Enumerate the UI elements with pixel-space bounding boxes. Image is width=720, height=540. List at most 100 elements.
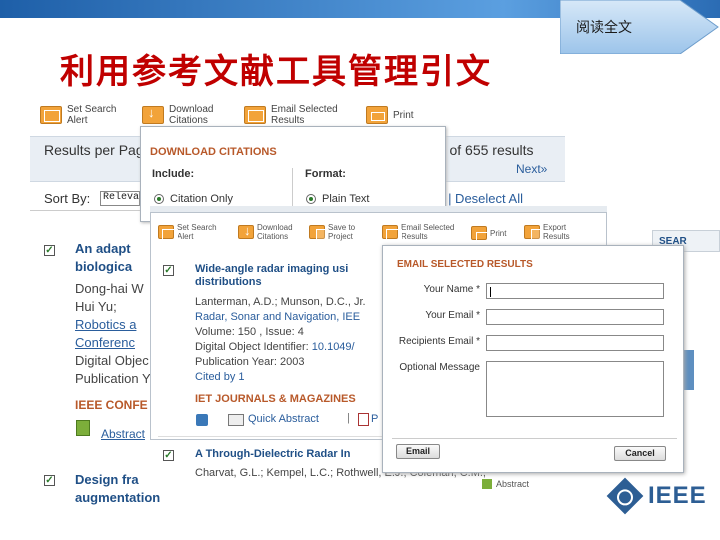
format-option-label: Plain Text bbox=[322, 193, 370, 205]
tb-label-line2: Results bbox=[543, 232, 570, 241]
result-title-line[interactable]: Wide-angle radar imaging usi bbox=[195, 263, 348, 276]
side-panel bbox=[684, 258, 720, 428]
read-full-text-label[interactable]: 阅读全文 bbox=[576, 17, 656, 37]
your-email-field[interactable] bbox=[486, 309, 664, 325]
print-button[interactable]: Print bbox=[366, 106, 414, 124]
result-journal-link[interactable]: Radar, Sonar and Navigation, IEE bbox=[195, 310, 366, 325]
download-arrow-icon bbox=[238, 225, 254, 239]
pdf-label: P bbox=[371, 413, 379, 425]
result-title-line[interactable]: biologica bbox=[75, 258, 132, 276]
l2-result2-abstract[interactable]: Abstract bbox=[482, 479, 529, 489]
tb-label-line1: Email Selected bbox=[401, 223, 455, 232]
l2-result-details: Lanterman, A.D.; Munson, D.C., Jr. Radar… bbox=[195, 295, 366, 385]
optional-message-label: Optional Message bbox=[399, 362, 480, 373]
l2-result-title[interactable]: Wide-angle radar imaging usi distributio… bbox=[195, 263, 348, 289]
radio-selected-icon[interactable] bbox=[154, 194, 164, 204]
tb-label-line2: Citations bbox=[169, 115, 208, 126]
result-checkbox[interactable]: ✓ bbox=[163, 265, 174, 276]
side-panel-accent bbox=[684, 350, 694, 390]
email-selected-button[interactable]: Email Selected Results bbox=[244, 104, 338, 126]
recipients-email-label: Recipients Email * bbox=[398, 336, 480, 347]
your-name-label: Your Name * bbox=[423, 284, 480, 295]
result-title-line[interactable]: distributions bbox=[195, 276, 348, 289]
download-popup-heading: DOWNLOAD CITATIONS bbox=[150, 146, 277, 158]
l2-set-search-alert-button[interactable]: Set Search Alert bbox=[158, 223, 217, 241]
alert-envelope-icon bbox=[158, 225, 178, 241]
set-search-alert-button[interactable]: Set Search Alert bbox=[40, 104, 116, 126]
result-authors: Lanterman, A.D.; Munson, D.C., Jr. bbox=[195, 296, 366, 308]
download-citations-button[interactable]: DownloadCitations bbox=[142, 104, 213, 126]
include-label: Include: bbox=[152, 168, 195, 180]
l2-export-results-button[interactable]: Export Results bbox=[524, 223, 570, 242]
tb-label-line2: Results bbox=[271, 115, 305, 126]
recipients-email-field[interactable] bbox=[486, 335, 664, 351]
cancel-button[interactable]: Cancel bbox=[614, 446, 666, 461]
results-per-page-label: Results per Pag bbox=[44, 142, 144, 158]
envelope-icon bbox=[244, 106, 266, 124]
tb-label-line1: Download bbox=[169, 104, 214, 115]
print-label: Print bbox=[393, 109, 414, 121]
tb-label-line2: Project bbox=[328, 232, 353, 241]
radio-selected-icon[interactable] bbox=[306, 194, 316, 204]
sort-by-label: Sort By: bbox=[44, 191, 91, 206]
l2-save-to-project-button[interactable]: Save to Project bbox=[309, 223, 356, 242]
result-cited-by-link[interactable]: Cited by 1 bbox=[195, 370, 366, 385]
result-title-line[interactable]: An adapt bbox=[75, 240, 132, 258]
next-page-link[interactable]: Next» bbox=[516, 162, 547, 176]
result-venue-link[interactable]: Conferenc bbox=[75, 334, 151, 352]
ieee-logo: IEEE bbox=[606, 477, 707, 515]
result-checkbox[interactable]: ✓ bbox=[44, 475, 55, 486]
format-option[interactable]: Plain Text bbox=[306, 193, 370, 205]
l2-download-citations-button[interactable]: DownloadCitations bbox=[238, 223, 293, 241]
tb-label-line1: Download bbox=[257, 223, 293, 232]
your-name-field[interactable] bbox=[486, 283, 664, 299]
result-title-line[interactable]: Design fra bbox=[75, 471, 160, 489]
share-icon[interactable] bbox=[196, 414, 208, 426]
ieee-logo-text: IEEE bbox=[648, 482, 707, 509]
result-authors-line: Hui Yu; bbox=[75, 299, 117, 314]
pdf-link[interactable]: P bbox=[358, 412, 378, 427]
abstract-icon bbox=[482, 479, 492, 489]
popup-divider bbox=[292, 168, 293, 208]
result-title-line[interactable]: augmentation bbox=[75, 489, 160, 507]
doi-label: Digital Object Identifier: bbox=[195, 341, 312, 353]
result-authors-line: Dong-hai W bbox=[75, 281, 144, 296]
printer-icon bbox=[471, 226, 490, 241]
result-conference-label: IEEE CONFE bbox=[75, 398, 148, 412]
format-label: Format: bbox=[305, 168, 346, 180]
abstract-label: Abstract bbox=[496, 479, 530, 489]
l2-email-selected-button[interactable]: Email Selected Results bbox=[382, 223, 454, 241]
tb-label-line1: Set Search bbox=[67, 104, 117, 115]
email-button[interactable]: Email bbox=[396, 444, 440, 459]
result-year-line: Publication Y bbox=[75, 371, 151, 386]
doi-link[interactable]: 10.1049/ bbox=[312, 341, 355, 353]
result-source-label: IET JOURNALS & MAGAZINES bbox=[195, 393, 356, 405]
result-item: An adapt biologica bbox=[75, 240, 132, 276]
result-item: Design fra augmentation bbox=[75, 471, 160, 507]
popup-divider bbox=[392, 438, 677, 439]
ieee-diamond-icon bbox=[606, 477, 644, 515]
quick-abstract-button[interactable]: Quick Abstract bbox=[228, 412, 319, 427]
result-checkbox[interactable]: ✓ bbox=[44, 245, 55, 256]
result-venue-link[interactable]: Robotics a bbox=[75, 316, 151, 334]
optional-message-field[interactable] bbox=[486, 361, 664, 417]
download-arrow-icon bbox=[142, 106, 164, 124]
abstract-link[interactable]: Abstract bbox=[101, 425, 145, 443]
result-checkbox[interactable]: ✓ bbox=[163, 450, 174, 461]
email-popup-heading: EMAIL SELECTED RESULTS bbox=[397, 259, 533, 270]
printer-icon bbox=[366, 106, 388, 124]
l2-result2-title[interactable]: A Through-Dielectric Radar In bbox=[195, 448, 350, 461]
sort-select[interactable]: Releva bbox=[100, 191, 140, 206]
text-cursor bbox=[490, 287, 491, 297]
print-label: Print bbox=[490, 228, 507, 238]
slide-title: 利用参考文献工具管理引文 bbox=[60, 52, 492, 92]
include-option-label: Citation Only bbox=[170, 193, 233, 205]
folder-icon bbox=[309, 225, 327, 242]
result-doi: Digital Object Identifier: 10.1049/ bbox=[195, 340, 366, 355]
quick-abstract-label: Quick Abstract bbox=[248, 413, 319, 425]
l2-print-button[interactable]: Print bbox=[471, 226, 507, 241]
result-pubyear: Publication Year: 2003 bbox=[195, 356, 305, 368]
include-option[interactable]: Citation Only bbox=[154, 193, 233, 205]
tb-label-line1: Save to bbox=[328, 223, 356, 232]
abstract-icon bbox=[76, 420, 90, 436]
